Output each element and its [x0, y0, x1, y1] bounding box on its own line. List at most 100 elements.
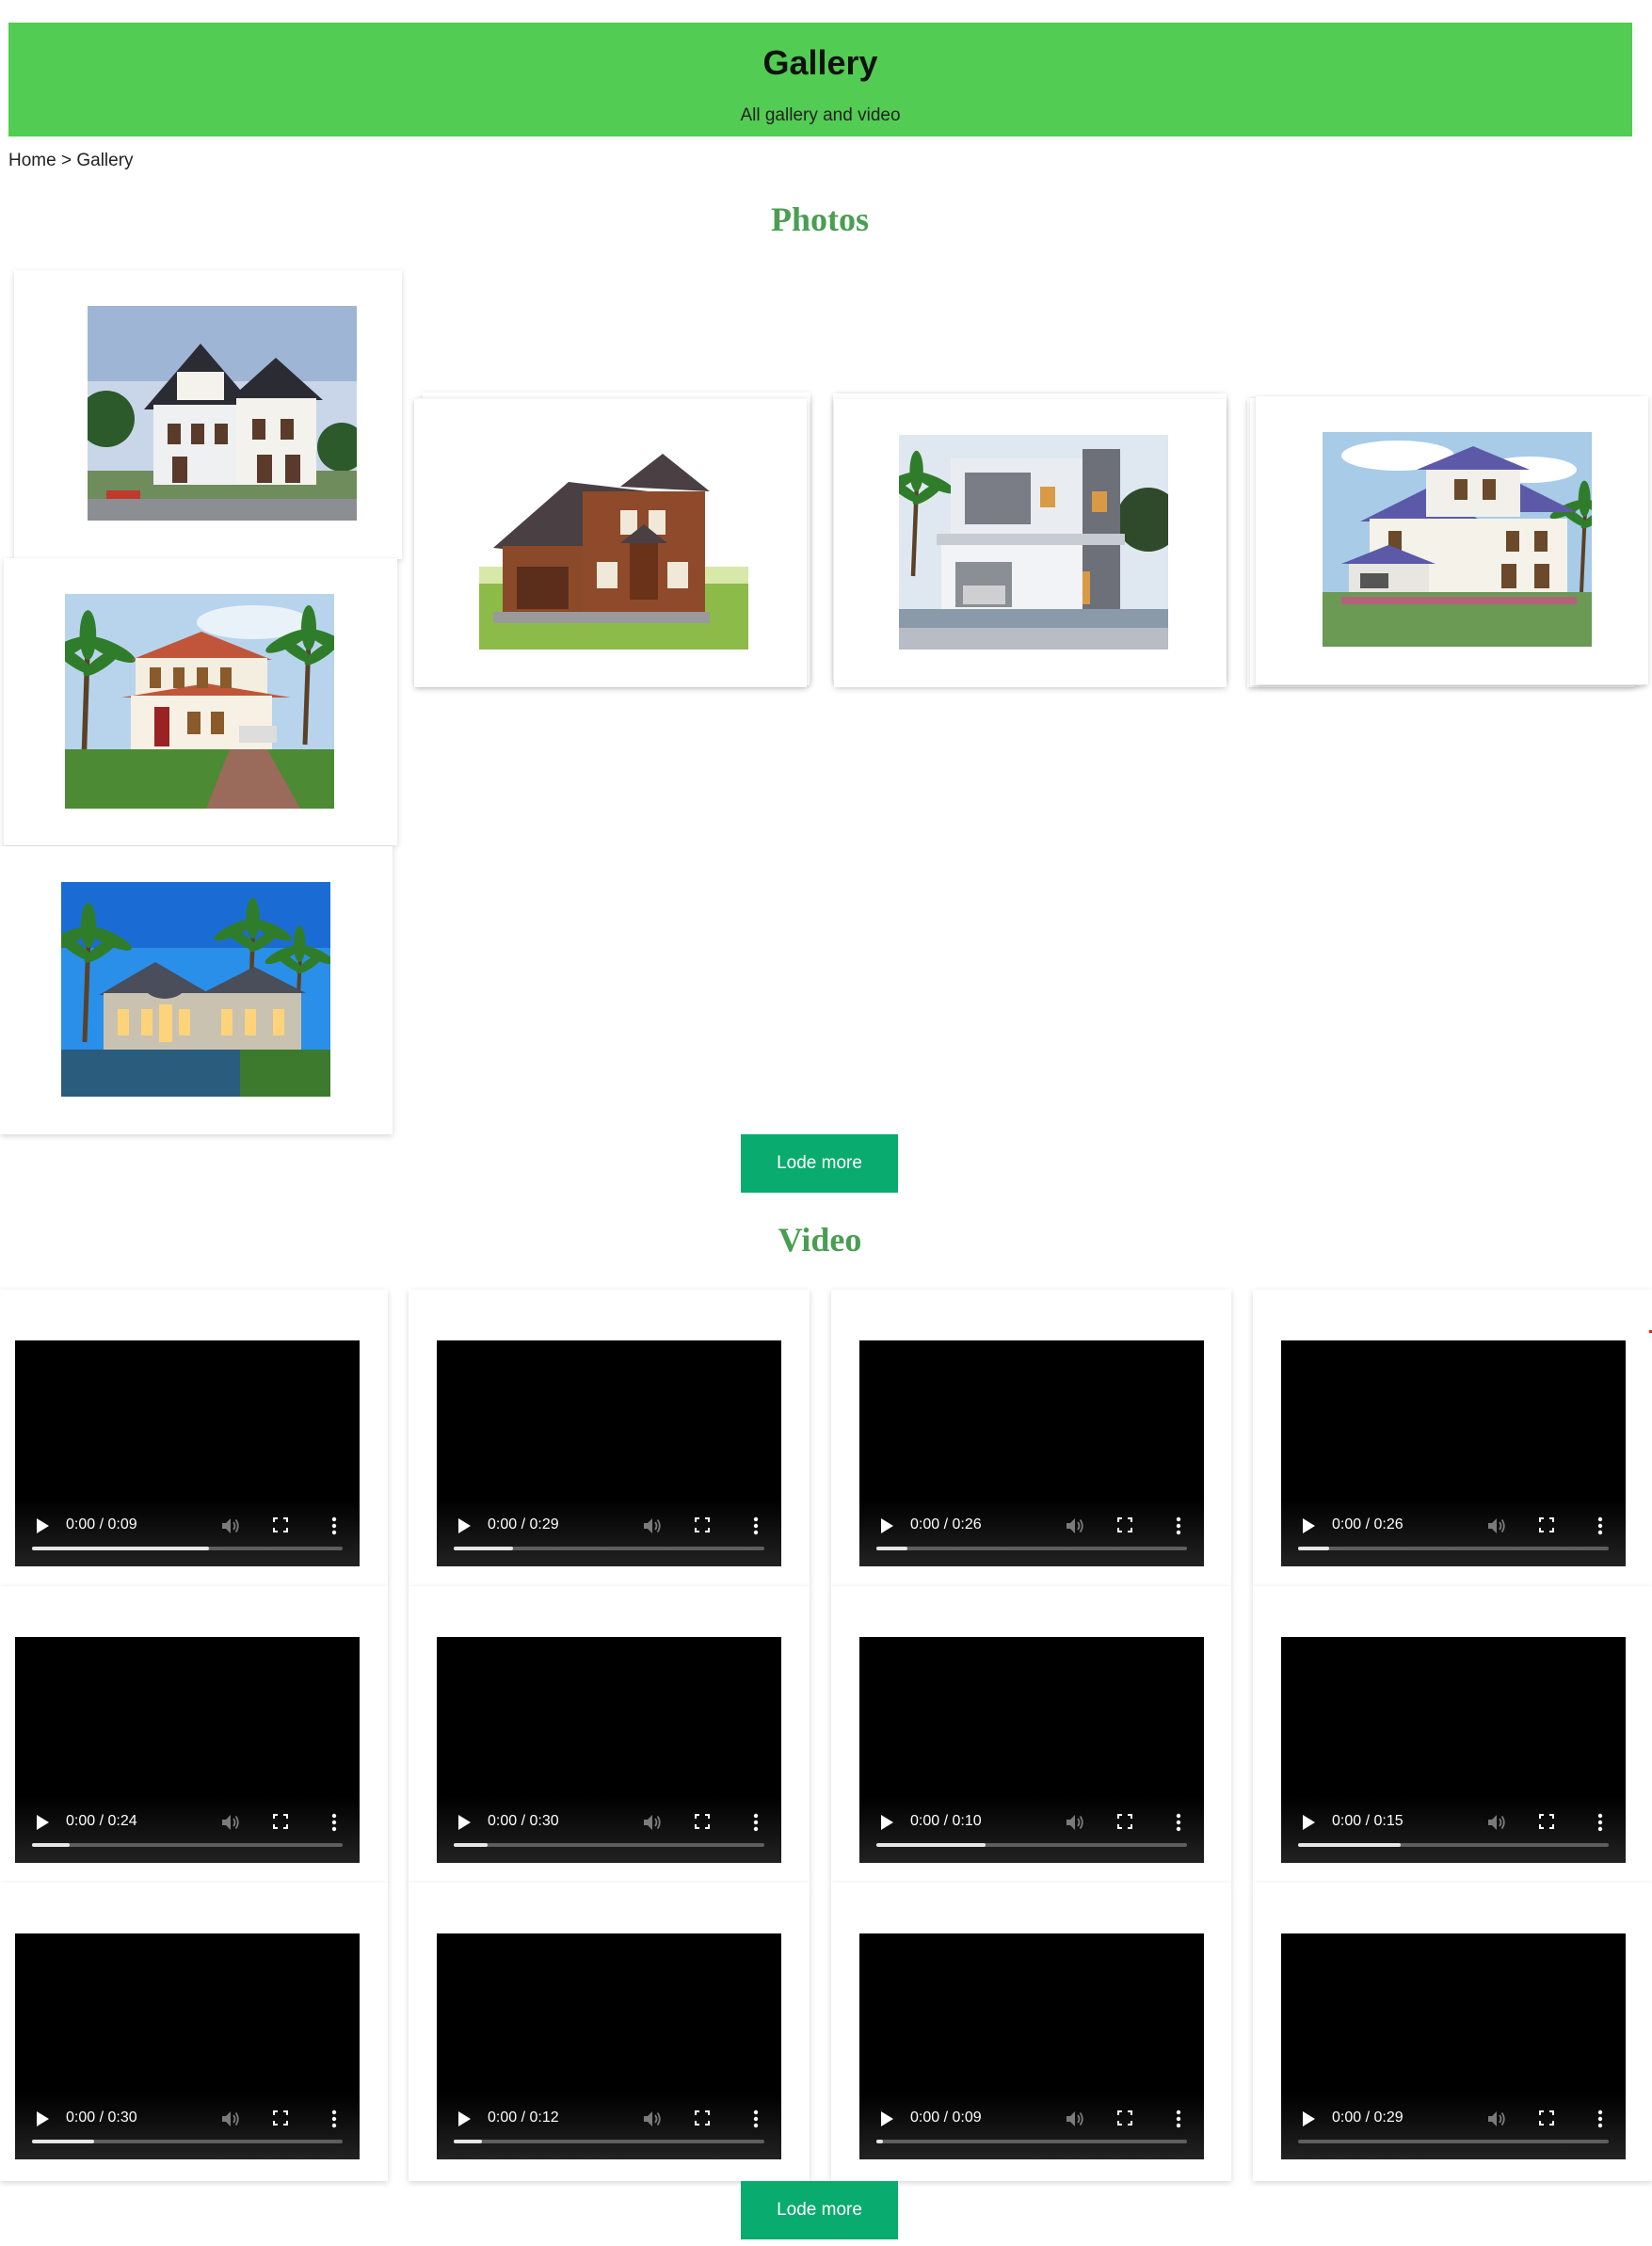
video-time: 0:00 / 0:26	[1332, 1516, 1403, 1532]
fullscreen-icon[interactable]	[1539, 1517, 1554, 1532]
breadcrumb-separator: >	[56, 151, 77, 170]
video-player[interactable]: 0:00 / 0:30	[437, 1637, 781, 1863]
video-controls: 0:00 / 0:24	[15, 1797, 360, 1863]
play-icon[interactable]	[457, 1517, 472, 1534]
play-icon[interactable]	[1301, 2110, 1316, 2127]
video-progress-bar[interactable]	[876, 1843, 1187, 1847]
video-player[interactable]: 0:00 / 0:26	[1281, 1340, 1626, 1566]
play-icon[interactable]	[457, 2110, 472, 2127]
more-options-icon[interactable]	[753, 1813, 759, 1832]
gallery-photo[interactable]	[61, 882, 330, 1097]
more-options-icon[interactable]	[1176, 1813, 1181, 1832]
gallery-photo[interactable]	[65, 594, 334, 809]
video-time: 0:00 / 0:12	[488, 2110, 559, 2126]
fullscreen-icon[interactable]	[695, 1517, 710, 1532]
fullscreen-icon[interactable]	[1539, 2110, 1554, 2126]
videos-load-more-button[interactable]: Lode more	[741, 2181, 898, 2239]
video-progress-bar[interactable]	[1298, 1547, 1609, 1550]
video-player[interactable]: 0:00 / 0:29	[1281, 1933, 1626, 2159]
volume-icon[interactable]	[221, 1814, 240, 1831]
play-icon[interactable]	[457, 1814, 472, 1831]
more-options-icon[interactable]	[331, 1516, 337, 1535]
gallery-photo[interactable]	[899, 435, 1168, 650]
volume-icon[interactable]	[1066, 1814, 1084, 1831]
fullscreen-icon[interactable]	[1539, 1814, 1554, 1829]
page-header: Gallery All gallery and video	[8, 23, 1632, 136]
fullscreen-icon[interactable]	[273, 1517, 288, 1532]
play-icon[interactable]	[879, 1517, 894, 1534]
play-icon[interactable]	[1301, 1517, 1316, 1534]
video-time: 0:00 / 0:24	[66, 1813, 137, 1829]
gallery-photo[interactable]	[1323, 432, 1592, 647]
video-player[interactable]: 0:00 / 0:15	[1281, 1637, 1626, 1863]
breadcrumb-current: Gallery	[76, 151, 134, 170]
more-options-icon[interactable]	[1597, 1813, 1603, 1832]
video-player[interactable]: 0:00 / 0:10	[859, 1637, 1204, 1863]
more-options-icon[interactable]	[753, 1516, 759, 1535]
play-icon[interactable]	[35, 2110, 50, 2127]
video-buffer-fill	[876, 2140, 883, 2143]
video-buffer-fill	[454, 2140, 482, 2143]
breadcrumb-home-link[interactable]: Home	[8, 151, 56, 170]
volume-icon[interactable]	[221, 2110, 240, 2127]
more-options-icon[interactable]	[1176, 1516, 1181, 1535]
volume-icon[interactable]	[643, 2110, 662, 2127]
video-progress-bar[interactable]	[32, 1843, 343, 1847]
video-progress-bar[interactable]	[1298, 1843, 1609, 1847]
fullscreen-icon[interactable]	[273, 2110, 288, 2126]
play-icon[interactable]	[35, 1814, 50, 1831]
video-player[interactable]: 0:00 / 0:12	[437, 1933, 781, 2159]
volume-icon[interactable]	[221, 1517, 240, 1534]
video-player[interactable]: 0:00 / 0:29	[437, 1340, 781, 1566]
more-options-icon[interactable]	[1597, 2110, 1603, 2128]
fullscreen-icon[interactable]	[1117, 2110, 1132, 2126]
video-buffer-fill	[876, 1843, 986, 1847]
volume-icon[interactable]	[1487, 1517, 1506, 1534]
video-player[interactable]: 0:00 / 0:24	[15, 1637, 360, 1863]
video-progress-bar[interactable]	[876, 2140, 1187, 2143]
video-progress-bar[interactable]	[1298, 2140, 1609, 2143]
play-icon[interactable]	[1301, 1814, 1316, 1831]
video-player[interactable]: 0:00 / 0:30	[15, 1933, 360, 2159]
play-icon[interactable]	[879, 2110, 894, 2127]
video-progress-bar[interactable]	[454, 1843, 764, 1847]
video-player[interactable]: 0:00 / 0:09	[15, 1340, 360, 1566]
volume-icon[interactable]	[643, 1517, 662, 1534]
video-buffer-fill	[32, 1547, 210, 1550]
video-progress-bar[interactable]	[876, 1547, 1187, 1550]
more-options-icon[interactable]	[753, 2110, 759, 2128]
fullscreen-icon[interactable]	[1117, 1814, 1132, 1829]
play-icon[interactable]	[879, 1814, 894, 1831]
photo-card	[834, 399, 1227, 687]
video-time: 0:00 / 0:29	[488, 1516, 559, 1532]
video-buffer-fill	[32, 1843, 70, 1847]
video-progress-bar[interactable]	[32, 1547, 343, 1550]
video-buffer-fill	[876, 1547, 907, 1550]
more-options-icon[interactable]	[1176, 2110, 1181, 2128]
video-progress-bar[interactable]	[454, 1547, 764, 1550]
more-options-icon[interactable]	[1597, 1516, 1603, 1535]
volume-icon[interactable]	[1066, 1517, 1084, 1534]
volume-icon[interactable]	[643, 1814, 662, 1831]
video-player[interactable]: 0:00 / 0:09	[859, 1933, 1204, 2159]
videos-heading: Video	[778, 1221, 862, 1259]
volume-icon[interactable]	[1066, 2110, 1084, 2127]
fullscreen-icon[interactable]	[695, 2110, 710, 2126]
video-progress-bar[interactable]	[32, 2140, 343, 2143]
play-icon[interactable]	[35, 1517, 50, 1534]
fullscreen-icon[interactable]	[695, 1814, 710, 1829]
gallery-photo[interactable]	[479, 435, 748, 650]
more-options-icon[interactable]	[331, 2110, 337, 2128]
more-options-icon[interactable]	[331, 1813, 337, 1832]
video-buffer-fill	[1298, 1547, 1329, 1550]
volume-icon[interactable]	[1487, 1814, 1506, 1831]
fullscreen-icon[interactable]	[1117, 1517, 1132, 1532]
video-progress-bar[interactable]	[454, 2140, 764, 2143]
fullscreen-icon[interactable]	[273, 1814, 288, 1829]
photos-load-more-button[interactable]: Lode more	[741, 1134, 898, 1193]
volume-icon[interactable]	[1487, 2110, 1506, 2127]
gallery-photo[interactable]	[88, 306, 357, 521]
photo-card	[4, 558, 397, 845]
video-time: 0:00 / 0:30	[488, 1813, 559, 1829]
video-player[interactable]: 0:00 / 0:26	[859, 1340, 1204, 1566]
